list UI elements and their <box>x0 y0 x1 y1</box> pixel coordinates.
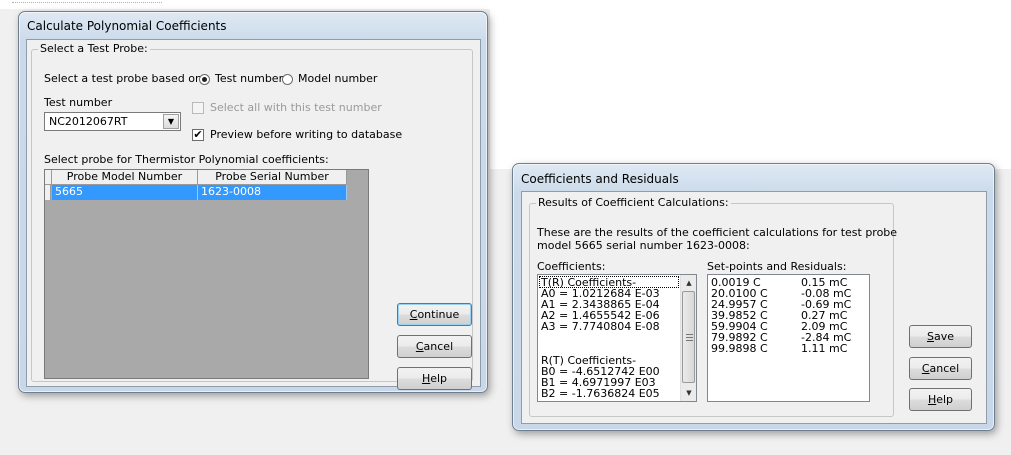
test-number-dropdown[interactable]: NC2012067RT ▼ <box>44 112 181 131</box>
test-number-label: Test number <box>44 96 113 109</box>
test-number-radio-label[interactable]: Test number <box>215 72 283 86</box>
scroll-thumb[interactable] <box>682 291 695 383</box>
select-probe-label: Select probe for Thermistor Polynomial c… <box>44 153 329 166</box>
setpoint-temp[interactable]: 99.9898 C <box>711 343 768 354</box>
cancel-button[interactable]: Cancel <box>397 335 472 358</box>
dialog-title: Coefficients and Residuals <box>521 172 679 186</box>
dialog-title: Calculate Polynomial Coefficients <box>27 19 227 33</box>
select-all-checkbox[interactable] <box>192 102 204 114</box>
coefficient-line[interactable]: A3 = 7.7740804 E-08 <box>541 321 660 332</box>
coefficients-residuals-dialog: Coefficients and Residuals Results of Co… <box>512 163 995 431</box>
coefficients-label: Coefficients: <box>537 260 606 273</box>
probe-table[interactable]: Probe Model Number Probe Serial Number 5… <box>44 169 369 379</box>
description-line-1: These are the results of the coefficient… <box>537 226 898 239</box>
save-button[interactable]: Save <box>909 325 972 348</box>
coefficient-line[interactable]: B2 = -1.7636824 E05 <box>541 388 660 399</box>
background-text <box>12 2 162 5</box>
setpoints-list[interactable]: 0.0019 C 0.15 mC 20.0100 C -0.08 mC 24.9… <box>707 274 870 402</box>
select-test-probe-group: Select a Test Probe: Select a test probe… <box>31 42 473 390</box>
dialog-client-area: Select a Test Probe: Select a test probe… <box>26 39 481 390</box>
table-corner <box>45 170 52 185</box>
select-all-label[interactable]: Select all with this test number <box>210 101 382 115</box>
chevron-down-icon[interactable]: ▼ <box>163 114 179 129</box>
background-window-area <box>490 9 1011 169</box>
continue-button[interactable]: Continue <box>397 303 472 326</box>
dialog-client-area: Results of Coefficient Calculations: The… <box>521 191 987 424</box>
description-line-2: model 5665 serial number 1623-0008: <box>537 239 750 252</box>
grip-line <box>686 340 693 341</box>
help-button[interactable]: Help <box>397 367 472 390</box>
group-title: Select a Test Probe: <box>38 42 150 56</box>
scroll-down-icon[interactable]: ▼ <box>682 386 696 400</box>
calculate-polynomial-dialog: Calculate Polynomial Coefficients Select… <box>18 11 488 393</box>
preview-label[interactable]: Preview before writing to database <box>210 128 402 142</box>
help-button[interactable]: Help <box>909 388 972 411</box>
test-number-value: NC2012067RT <box>49 115 128 128</box>
row-header[interactable] <box>45 185 51 200</box>
cell-serial-number[interactable]: 1623-0008 <box>198 185 347 200</box>
select-based-on-label: Select a test probe based on: <box>44 72 206 85</box>
cancel-button[interactable]: Cancel <box>909 357 972 380</box>
residuals-label: Set-points and Residuals: <box>707 260 847 273</box>
cell-model-number[interactable]: 5665 <box>52 185 198 200</box>
coefficients-scrollbar[interactable]: ▲ ▼ <box>680 275 696 401</box>
setpoint-residual[interactable]: 1.11 mC <box>801 343 847 354</box>
column-header-model[interactable]: Probe Model Number <box>52 170 198 185</box>
grip-line <box>686 334 693 335</box>
scroll-up-icon[interactable]: ▲ <box>682 276 696 290</box>
results-group: Results of Coefficient Calculations: The… <box>529 196 898 417</box>
background-app-strip <box>0 0 1011 9</box>
model-number-radio[interactable] <box>282 74 293 85</box>
column-header-serial[interactable]: Probe Serial Number <box>198 170 347 185</box>
coefficients-list[interactable]: T(R) Coefficients- A0 = 1.0212684 E-03 A… <box>537 274 697 402</box>
preview-checkbox[interactable]: ✔ <box>192 129 204 141</box>
model-number-radio-label[interactable]: Model number <box>298 72 377 86</box>
test-number-radio[interactable] <box>199 74 210 85</box>
group-title: Results of Coefficient Calculations: <box>536 196 731 210</box>
grip-line <box>686 337 693 338</box>
